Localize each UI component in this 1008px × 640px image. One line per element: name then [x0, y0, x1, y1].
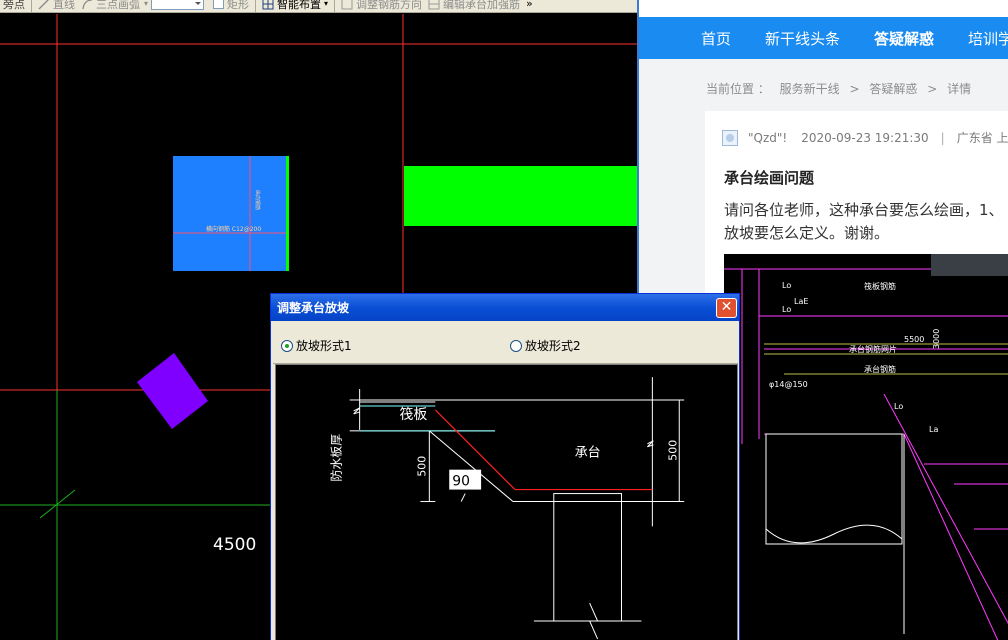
image-label: Lo: [782, 305, 791, 314]
slab-label: 筏板: [399, 406, 427, 423]
slope-option-2-label: 放坡形式2: [525, 339, 581, 353]
meta-separator: |: [940, 130, 945, 145]
breadcrumb: 当前位置 ： 服务新干线 > 答疑解惑 > 详情: [706, 80, 977, 97]
arc-option-select[interactable]: [151, 0, 205, 10]
dimension-label: 4500: [213, 535, 257, 555]
beam-block: [404, 166, 637, 226]
toolbar-divider: [31, 0, 32, 12]
close-button[interactable]: ✕: [716, 298, 737, 318]
toolbar-divider: [255, 0, 257, 12]
radio-unselected-icon[interactable]: [510, 339, 522, 352]
nav-item-qa[interactable]: 答疑解惑: [874, 28, 934, 49]
image-label: La: [929, 425, 938, 434]
main-nav: 首页 新干线头条 答疑解惑 培训学: [639, 17, 1008, 59]
image-label: φ14@150: [769, 380, 808, 389]
slope-options: 放坡形式1 放坡形式2: [273, 322, 738, 364]
breadcrumb-separator: >: [927, 82, 938, 96]
edit-rebar-icon: [428, 0, 440, 9]
image-label: 5500: [904, 335, 924, 344]
nav-item-training[interactable]: 培训学: [968, 28, 1008, 49]
line-icon: [38, 0, 49, 9]
rect-checkbox[interactable]: [213, 0, 225, 9]
image-label: 承台钢筋网片: [849, 344, 897, 354]
edit-rebar-button[interactable]: 编辑承台加强筋: [425, 0, 523, 11]
breadcrumb-separator: >: [849, 82, 860, 96]
slope-option-1-label: 放坡形式1: [296, 339, 352, 353]
question-title: 承台绘画问题: [724, 169, 815, 187]
page-top-bar: [639, 0, 1008, 17]
rect-toggle[interactable]: 矩形: [210, 0, 252, 11]
adjust-rebar-button[interactable]: 调整钢筋方向: [338, 0, 425, 11]
slope-option-1[interactable]: 放坡形式1: [281, 337, 352, 354]
rebar-direction-icon: [341, 0, 353, 9]
line-tool[interactable]: 直线: [35, 0, 78, 11]
dialog-title: 调整承台放坡: [277, 301, 350, 315]
question-body-line: 放坡要怎么定义。谢谢。: [724, 224, 890, 242]
image-label: Lo: [782, 281, 791, 290]
breadcrumb-link[interactable]: 服务新干线: [780, 82, 840, 96]
author-name[interactable]: "Qzd"!: [748, 131, 787, 145]
question-card: "Qzd"! 2020-09-23 19:21:30 | 广东省 上 承台绘画问…: [705, 111, 1008, 640]
column-vertical-label: 纵向钢筋: [254, 190, 261, 210]
point-tool[interactable]: 旁点: [0, 0, 28, 11]
post-location: 广东省 上: [956, 131, 1008, 145]
question-image[interactable]: Lo LaE Lo 筏板钢筋 5500 承台钢筋网片 承台钢筋 φ14@150 …: [724, 254, 1008, 640]
nav-item-home[interactable]: 首页: [701, 28, 731, 49]
angle-value: 90: [452, 474, 470, 490]
arc-icon: [82, 0, 93, 9]
dim-500-right: 500: [666, 440, 679, 461]
image-label: LaE: [794, 297, 808, 306]
toolbar-overflow-button[interactable]: »: [523, 0, 536, 10]
rotated-block: [137, 353, 208, 429]
grid-layout-icon: [262, 0, 274, 9]
dim-500-left: 500: [415, 456, 428, 477]
image-header-strip: [931, 254, 1008, 276]
cad-toolbar: 旁点 直线 三点画弧 ▾ 矩形 智能布置 ▾ 调整钢筋方向 编辑承台加强筋 »: [0, 0, 637, 13]
waterproof-label: 防水板厚: [329, 434, 344, 482]
image-label: Lo: [894, 402, 903, 411]
nav-item-headlines[interactable]: 新干线头条: [765, 28, 840, 49]
question-body-line: 请问各位老师，这种承台要怎么绘画，1、: [724, 201, 1004, 219]
slope-diagram: 筏板 防水板厚 500 承台 500 90: [275, 364, 738, 640]
slope-option-2[interactable]: 放坡形式2: [510, 337, 581, 354]
breadcrumb-prefix: 当前位置 ：: [706, 82, 770, 96]
breadcrumb-link[interactable]: 答疑解惑: [869, 82, 917, 96]
breadcrumb-current: 详情: [947, 82, 972, 96]
adjust-slope-dialog: 调整承台放坡 ✕ 放坡形式1 放坡形式2 筏板 防水板厚 500 承台 500 …: [270, 293, 740, 640]
post-time: 2020-09-23 19:21:30: [801, 130, 929, 145]
image-label: 承台钢筋: [864, 364, 896, 374]
question-image-drawing: Lo LaE Lo 筏板钢筋 5500 承台钢筋网片 承台钢筋 φ14@150 …: [724, 268, 1008, 640]
radio-selected-icon[interactable]: [281, 339, 293, 352]
beam-label: 横向钢筋 C12@200: [206, 225, 261, 233]
dialog-title-bar[interactable]: 调整承台放坡: [271, 294, 739, 321]
question-meta: "Qzd"! 2020-09-23 19:21:30 | 广东省 上: [722, 129, 1008, 146]
column-edge: [286, 156, 289, 271]
arc-tool[interactable]: 三点画弧 ▾: [78, 0, 151, 11]
avatar[interactable]: [722, 129, 738, 146]
toolbar-divider: [334, 0, 336, 12]
image-label: 3000: [932, 329, 941, 349]
question-body: 请问各位老师，这种承台要怎么绘画，1、 放坡要怎么定义。谢谢。: [724, 199, 1008, 245]
cap-label: 承台: [575, 446, 601, 461]
column-block: [173, 156, 289, 271]
image-label: 筏板钢筋: [864, 281, 896, 291]
smart-layout-menu[interactable]: 智能布置 ▾: [259, 0, 331, 11]
